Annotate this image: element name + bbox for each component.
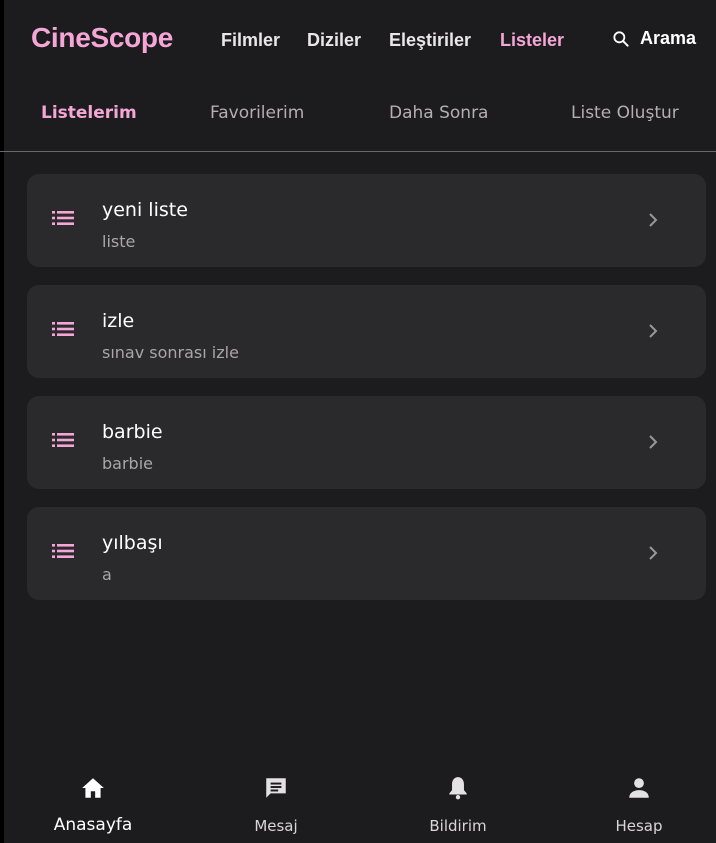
tab-favorilerim[interactable]: Favorilerim <box>210 103 304 123</box>
home-icon <box>82 778 104 798</box>
list-subtitle: sınav sonrası izle <box>102 343 239 362</box>
bell-icon <box>449 777 467 800</box>
list-icon <box>52 322 74 336</box>
bottom-nav-label: Bildirim <box>429 817 487 835</box>
list-item[interactable]: yeni liste liste <box>27 174 706 267</box>
bottom-nav-label: Hesap <box>615 817 663 835</box>
message-icon <box>266 778 286 798</box>
bottom-navigation: Anasayfa Mesaj Bildirim Hesap <box>0 775 716 843</box>
search-icon <box>613 30 629 47</box>
tab-liste-olustur[interactable]: Liste Oluştur <box>571 103 679 123</box>
bottom-nav-hesap[interactable]: Hesap <box>604 775 674 835</box>
list-subtitle: barbie <box>102 454 153 473</box>
person-icon <box>629 778 649 798</box>
bottom-nav-label: Mesaj <box>254 817 298 835</box>
list-icon <box>52 433 74 447</box>
list-subtitle: a <box>102 565 112 584</box>
list-title: izle <box>102 310 135 332</box>
chevron-right-icon <box>649 213 658 227</box>
user-lists: yeni liste liste izle sınav sonrası izle <box>27 174 706 618</box>
nav-listeler[interactable]: Listeler <box>500 30 564 51</box>
chevron-right-icon <box>649 546 658 560</box>
nav-diziler[interactable]: Diziler <box>307 30 361 51</box>
top-app-bar: CineScope Filmler Diziler Eleştiriler Li… <box>0 0 716 80</box>
search-button[interactable]: Arama <box>611 28 696 49</box>
tab-daha-sonra[interactable]: Daha Sonra <box>389 103 488 123</box>
list-item[interactable]: izle sınav sonrası izle <box>27 285 706 378</box>
nav-elestiriler[interactable]: Eleştiriler <box>389 30 471 51</box>
bottom-nav-bildirim[interactable]: Bildirim <box>416 775 500 835</box>
list-icon <box>52 544 74 558</box>
app-root: CineScope Filmler Diziler Eleştiriler Li… <box>0 0 716 843</box>
nav-filmler[interactable]: Filmler <box>221 30 280 51</box>
tab-listelerim[interactable]: Listelerim <box>41 103 137 123</box>
bottom-nav-anasayfa[interactable]: Anasayfa <box>48 775 138 835</box>
list-icon <box>52 211 74 225</box>
list-tabs: Listelerim Favorilerim Daha Sonra Liste … <box>0 80 716 152</box>
brand-logo[interactable]: CineScope <box>31 22 173 54</box>
list-title: yeni liste <box>102 199 188 221</box>
chevron-right-icon <box>649 324 658 338</box>
bottom-nav-mesaj[interactable]: Mesaj <box>236 775 316 835</box>
list-title: yılbaşı <box>102 532 163 554</box>
list-item[interactable]: yılbaşı a <box>27 507 706 600</box>
list-item[interactable]: barbie barbie <box>27 396 706 489</box>
list-subtitle: liste <box>102 232 136 251</box>
search-label: Arama <box>640 28 697 48</box>
chevron-right-icon <box>649 435 658 449</box>
bottom-nav-label: Anasayfa <box>53 815 133 835</box>
list-title: barbie <box>102 421 163 443</box>
